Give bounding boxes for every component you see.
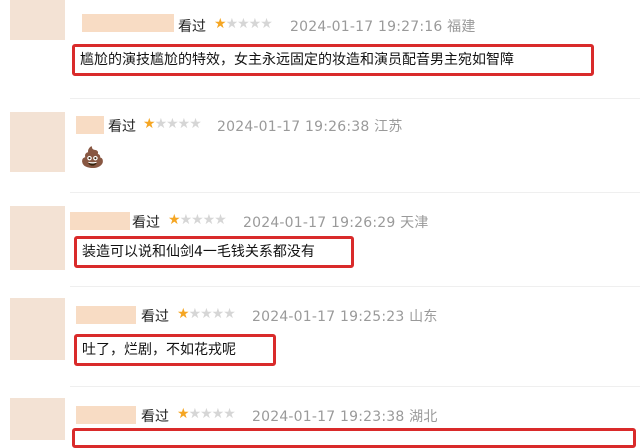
comment-text (72, 428, 636, 448)
comment-meta: 2024-01-17 19:26:29 天津 (243, 215, 429, 231)
avatar[interactable] (10, 206, 65, 270)
comment-meta: 2024-01-17 19:27:16 福建 (290, 19, 476, 35)
star-empty-icon: ★★★★ (154, 116, 202, 132)
star-empty-icon: ★★★★ (225, 16, 273, 32)
divider (70, 98, 640, 99)
avatar[interactable] (10, 112, 65, 172)
rating-stars: ★★★★★ (168, 212, 227, 228)
watched-label: 看过 (141, 309, 169, 325)
divider (70, 386, 640, 387)
comment-text: 尴尬的演技尴尬的特效，女主永远固定的妆造和演员配音男主宛如智障 (72, 44, 594, 76)
watched-label: 看过 (141, 409, 169, 425)
comment-text: 吐了，烂剧，不如花戎呢 (74, 334, 276, 366)
rating-stars: ★★★★★ (143, 116, 202, 132)
username[interactable] (82, 14, 174, 32)
poop-emoji-icon: 💩 (80, 145, 105, 169)
comment-meta: 2024-01-17 19:23:38 湖北 (252, 409, 438, 425)
star-filled-icon: ★ (168, 212, 181, 228)
star-filled-icon: ★ (177, 406, 190, 422)
username[interactable] (70, 212, 130, 230)
review-screenshot: { "comments": [ {"watched": "看过", "stars… (0, 0, 640, 448)
username[interactable] (76, 116, 104, 134)
star-empty-icon: ★★★★ (188, 306, 236, 322)
watched-label: 看过 (108, 119, 136, 135)
avatar[interactable] (10, 398, 65, 440)
comment-text: 装造可以说和仙剑4一毛钱关系都没有 (74, 236, 354, 268)
star-empty-icon: ★★★★ (188, 406, 236, 422)
watched-label: 看过 (178, 19, 206, 35)
username[interactable] (76, 306, 136, 324)
comment-meta: 2024-01-17 19:25:23 山东 (252, 309, 438, 325)
rating-stars: ★★★★★ (177, 306, 236, 322)
comment-meta: 2024-01-17 19:26:38 江苏 (217, 119, 403, 135)
rating-stars: ★★★★★ (214, 16, 273, 32)
star-empty-icon: ★★★★ (179, 212, 227, 228)
avatar[interactable] (10, 0, 65, 40)
avatar[interactable] (10, 298, 65, 360)
star-filled-icon: ★ (214, 16, 227, 32)
star-filled-icon: ★ (177, 306, 190, 322)
rating-stars: ★★★★★ (177, 406, 236, 422)
divider (70, 286, 640, 287)
divider (70, 192, 640, 193)
watched-label: 看过 (132, 215, 160, 231)
star-filled-icon: ★ (143, 116, 156, 132)
username[interactable] (76, 406, 136, 424)
